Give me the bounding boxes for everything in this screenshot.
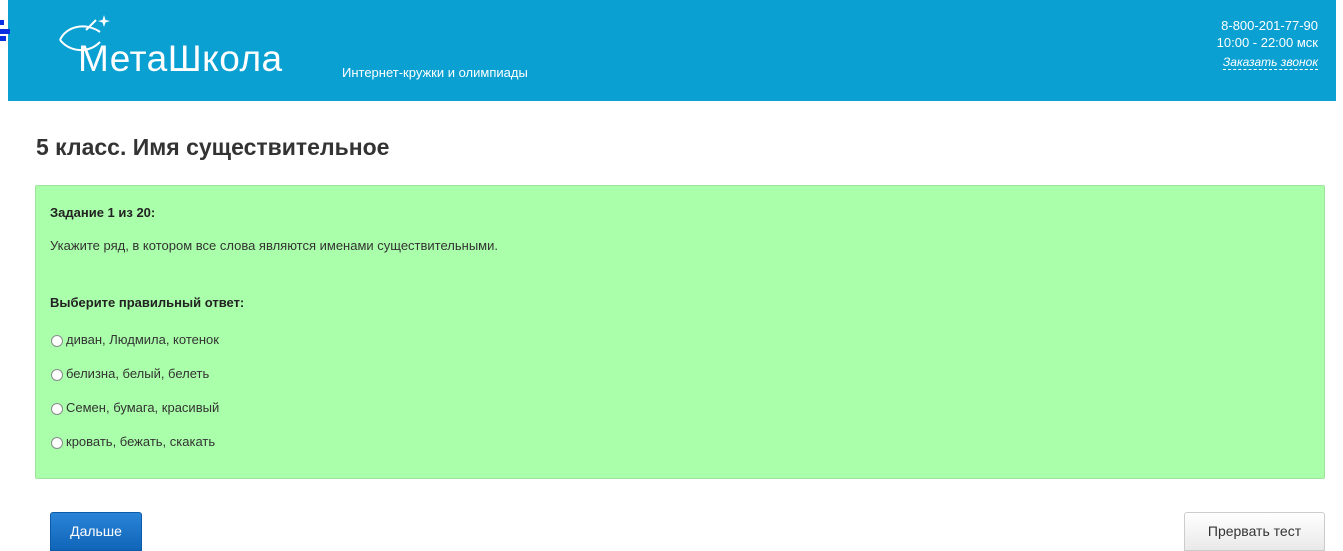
answer-option-label: белизна, белый, белеть — [66, 365, 210, 381]
answer-option[interactable]: диван, Людмила, котенок — [51, 330, 219, 348]
radio-button[interactable] — [51, 402, 63, 415]
site-header: МетаШкола Интернет-кружки и олимпиады 8-… — [8, 0, 1336, 101]
answer-option-label: диван, Людмила, котенок — [66, 331, 219, 347]
task-counter: Задание 1 из 20: — [50, 205, 156, 220]
header-contacts: 8-800-201-77-90 10:00 - 22:00 мск Заказа… — [1217, 17, 1318, 70]
page-title: 5 класс. Имя существительное — [36, 134, 390, 160]
logo-wordmark[interactable]: МетаШкола — [78, 40, 283, 77]
answer-option[interactable]: белизна, белый, белеть — [51, 364, 209, 382]
radio-button[interactable] — [51, 368, 63, 381]
radio-button[interactable] — [51, 436, 63, 449]
task-question: Укажите ряд, в котором все слова являютс… — [50, 238, 498, 253]
answer-option-label: кровать, бежать, скакать — [66, 433, 216, 449]
corner-mark-icon — [0, 0, 12, 41]
next-button[interactable]: Дальше — [50, 512, 142, 551]
answer-option-label: Семен, бумага, красивый — [66, 399, 220, 415]
answer-option[interactable]: кровать, бежать, скакать — [51, 432, 215, 450]
answer-prompt: Выберите правильный ответ: — [50, 295, 245, 310]
site-tagline: Интернет-кружки и олимпиады — [342, 65, 528, 80]
answer-option[interactable]: Семен, бумага, красивый — [51, 398, 219, 416]
request-callback-link[interactable]: Заказать звонок — [1222, 55, 1318, 70]
abort-test-button[interactable]: Прервать тест — [1184, 512, 1325, 551]
phone-number: 8-800-201-77-90 — [1221, 18, 1318, 33]
radio-button[interactable] — [51, 334, 63, 347]
task-panel: Задание 1 из 20: Укажите ряд, в котором … — [35, 185, 1325, 479]
working-hours: 10:00 - 22:00 мск — [1216, 35, 1318, 50]
